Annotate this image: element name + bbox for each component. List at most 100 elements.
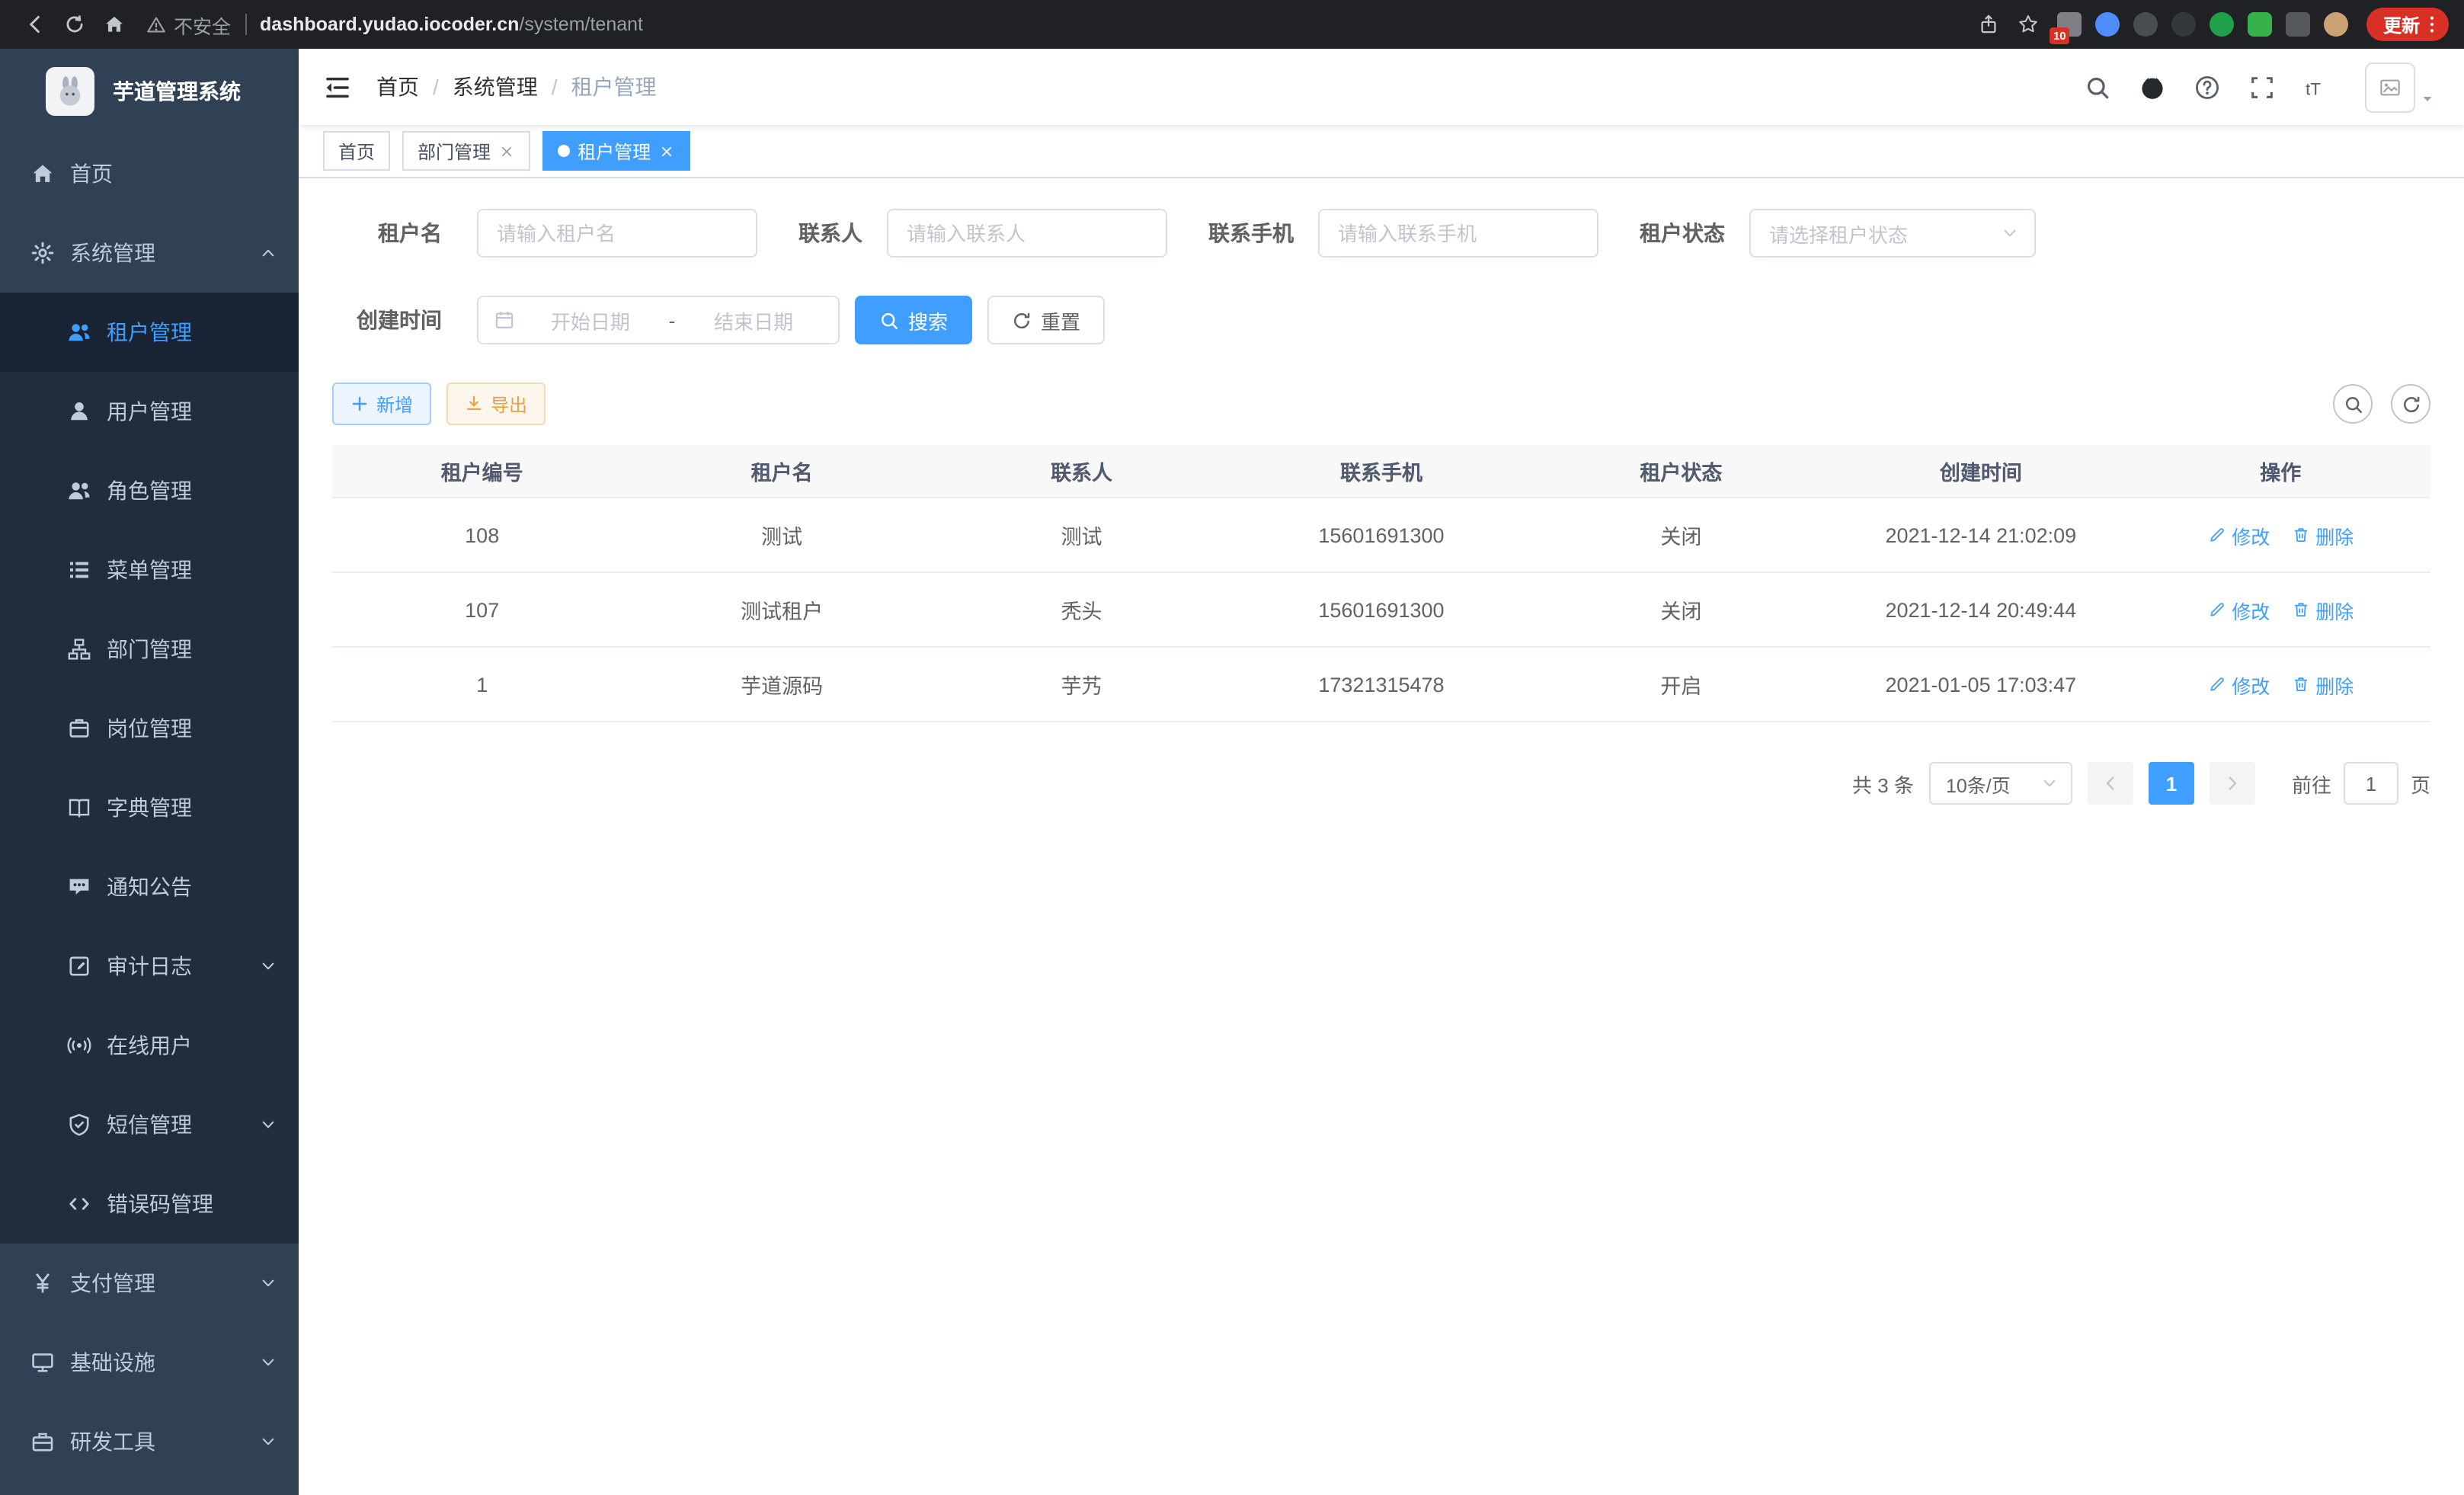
sidebar-toggle-button[interactable] xyxy=(323,72,352,101)
add-button[interactable]: 新增 xyxy=(332,383,431,425)
sidebar-item-home[interactable]: 首页 xyxy=(0,134,299,213)
extension-icon[interactable] xyxy=(2286,12,2310,37)
plus-icon xyxy=(350,395,369,413)
edit-link[interactable]: 修改 xyxy=(2207,595,2270,624)
sidebar-item-online-user[interactable]: 在线用户 xyxy=(0,1006,299,1085)
github-icon[interactable] xyxy=(2139,74,2165,100)
goto-page-input[interactable] xyxy=(2344,762,2398,805)
close-icon[interactable] xyxy=(658,142,675,159)
sidebar-item-dept[interactable]: 部门管理 xyxy=(0,610,299,689)
sidebar-item-dev-tool[interactable]: 研发工具 xyxy=(0,1402,299,1481)
delete-link[interactable]: 删除 xyxy=(2291,670,2354,699)
chevron-down-icon xyxy=(2040,774,2059,792)
chevron-down-icon xyxy=(259,1433,277,1451)
browser-back-button[interactable] xyxy=(15,5,55,44)
sidebar-item-pay[interactable]: 支付管理 xyxy=(0,1244,299,1323)
search-icon xyxy=(2343,394,2363,414)
sidebar-item-post[interactable]: 岗位管理 xyxy=(0,689,299,768)
filter-label-tenant-status: 租户状态 xyxy=(1640,218,1725,248)
browser-home-button[interactable] xyxy=(94,5,134,44)
page-size-value: 10条/页 xyxy=(1946,769,2011,798)
filter-create-time-range[interactable]: 开始日期 - 结束日期 xyxy=(477,296,840,344)
sidebar-item-role[interactable]: 角色管理 xyxy=(0,451,299,530)
monitor-icon xyxy=(30,1350,55,1375)
table-tools xyxy=(2333,384,2430,424)
extension-icon[interactable] xyxy=(2095,12,2120,37)
tab-home[interactable]: 首页 xyxy=(323,131,390,171)
extension-icon[interactable] xyxy=(2171,12,2196,37)
code-icon xyxy=(67,1192,91,1216)
sidebar-menu: 首页系统管理租户管理用户管理角色管理菜单管理部门管理岗位管理字典管理通知公告审计… xyxy=(0,134,299,1481)
filter-tenant-name-input[interactable] xyxy=(477,209,757,258)
font-size-icon[interactable]: tT xyxy=(2304,74,2330,100)
page-size-select[interactable]: 10条/页 xyxy=(1929,762,2072,805)
help-icon[interactable] xyxy=(2194,74,2220,100)
sidebar-item-audit-log[interactable]: 审计日志 xyxy=(0,927,299,1006)
delete-link[interactable]: 删除 xyxy=(2291,595,2354,624)
sidebar-item-infra[interactable]: 基础设施 xyxy=(0,1323,299,1402)
prev-page-button[interactable] xyxy=(2088,762,2133,805)
user-avatar[interactable] xyxy=(2365,62,2415,112)
extension-icon[interactable] xyxy=(2133,12,2158,37)
share-icon[interactable] xyxy=(1969,5,2008,44)
sidebar-item-user[interactable]: 用户管理 xyxy=(0,372,299,451)
breadcrumb-item[interactable]: 系统管理 xyxy=(453,72,538,102)
sidebar-item-sms[interactable]: 短信管理 xyxy=(0,1085,299,1164)
edit-link[interactable]: 修改 xyxy=(2207,520,2270,549)
search-button[interactable]: 搜索 xyxy=(855,296,972,344)
toggle-search-button[interactable] xyxy=(2333,384,2373,424)
export-button[interactable]: 导出 xyxy=(446,383,546,425)
tab-label: 租户管理 xyxy=(578,138,651,164)
close-icon[interactable] xyxy=(498,142,515,159)
filter-tenant-status-select[interactable]: 请选择租户状态 xyxy=(1749,209,2036,258)
cell-status: 关闭 xyxy=(1531,594,1831,625)
tab-tenant[interactable]: 租户管理 xyxy=(542,131,690,171)
update-button[interactable]: 更新 xyxy=(2366,8,2449,41)
tab-dept[interactable]: 部门管理 xyxy=(402,131,530,171)
sidebar-item-error-code[interactable]: 错误码管理 xyxy=(0,1164,299,1244)
filter-contact-person-input[interactable] xyxy=(887,209,1167,258)
edit-link[interactable]: 修改 xyxy=(2207,670,2270,699)
chevron-down-icon xyxy=(259,1116,277,1134)
sidebar-item-label: 字典管理 xyxy=(107,792,192,823)
main-area: 首页/系统管理/租户管理 tT 首页部门管理租户管理 租户名联系人联系手机租户状… xyxy=(299,49,2464,1495)
fullscreen-icon[interactable] xyxy=(2249,74,2275,100)
filter-contact-mobile-input[interactable] xyxy=(1318,209,1598,258)
edit-icon xyxy=(2207,675,2226,693)
next-page-button[interactable] xyxy=(2210,762,2255,805)
export-button-label: 导出 xyxy=(491,391,527,417)
extensions-row: 10 xyxy=(2057,12,2348,37)
security-warning-icon xyxy=(146,14,166,34)
yen-icon xyxy=(30,1271,55,1295)
sidebar-item-dict[interactable]: 字典管理 xyxy=(0,768,299,847)
extension-icon[interactable] xyxy=(2210,12,2234,37)
page-number-button[interactable]: 1 xyxy=(2149,762,2194,805)
column-header: 租户编号 xyxy=(332,456,632,486)
bookmark-star-icon[interactable] xyxy=(2008,5,2048,44)
breadcrumb-separator: / xyxy=(552,75,558,99)
calendar-icon xyxy=(494,309,515,331)
reset-button[interactable]: 重置 xyxy=(987,296,1105,344)
breadcrumb: 首页/系统管理/租户管理 xyxy=(376,72,657,102)
sidebar-item-tenant[interactable]: 租户管理 xyxy=(0,293,299,372)
cell-id: 1 xyxy=(332,673,632,696)
extension-icon[interactable]: 10 xyxy=(2057,12,2082,37)
breadcrumb-item[interactable]: 首页 xyxy=(376,72,419,102)
filter-label-tenant-name: 租户名 xyxy=(354,218,442,248)
extension-icon[interactable] xyxy=(2324,12,2348,37)
sidebar-item-menu[interactable]: 菜单管理 xyxy=(0,530,299,610)
edit-icon xyxy=(2207,600,2226,619)
tenant-table: 租户编号租户名联系人联系手机租户状态创建时间操作 108测试测试15601691… xyxy=(332,445,2430,722)
browser-reload-button[interactable] xyxy=(55,5,94,44)
refresh-table-button[interactable] xyxy=(2391,384,2430,424)
filter-label-contact-person: 联系人 xyxy=(798,218,862,248)
url-host: dashboard.yudao.iocoder.cn xyxy=(260,14,519,35)
sidebar-item-label: 基础设施 xyxy=(70,1347,155,1378)
sidebar-item-system[interactable]: 系统管理 xyxy=(0,213,299,293)
address-bar[interactable]: 不安全 dashboard.yudao.iocoder.cn/system/te… xyxy=(146,10,1969,39)
sidebar-item-notice[interactable]: 通知公告 xyxy=(0,847,299,927)
delete-link[interactable]: 删除 xyxy=(2291,520,2354,549)
extension-icon[interactable] xyxy=(2248,12,2272,37)
search-icon[interactable] xyxy=(2085,74,2110,100)
svg-text:tT: tT xyxy=(2306,79,2321,98)
